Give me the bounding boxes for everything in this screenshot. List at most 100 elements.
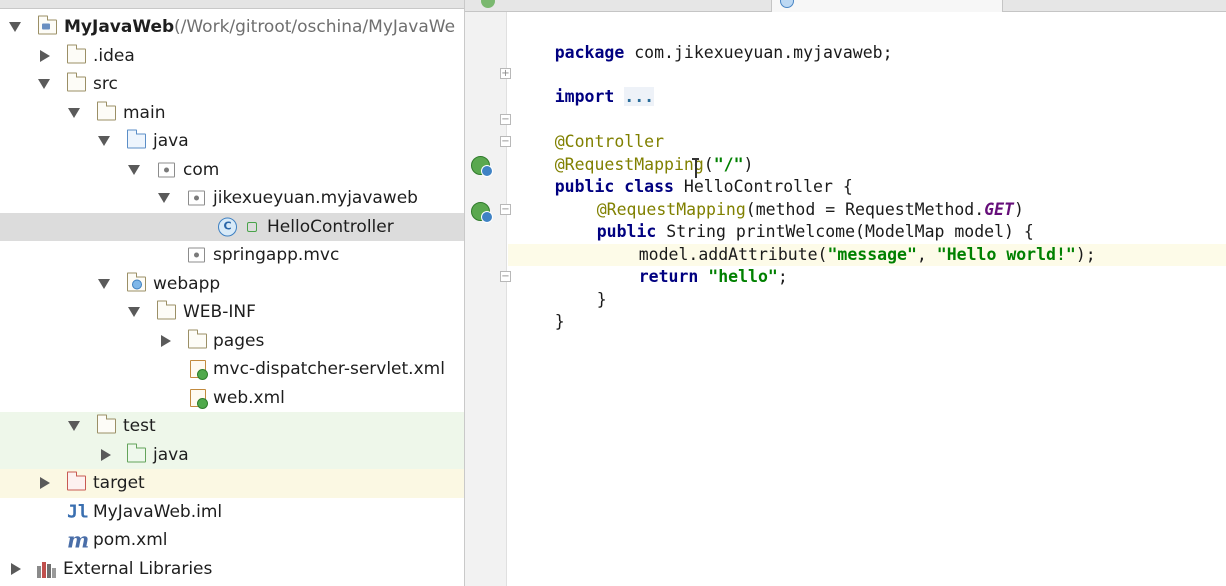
code-line-13: }	[515, 289, 565, 331]
tree-item-webapp[interactable]: webapp	[0, 270, 464, 299]
fold-expand-icon[interactable]: +	[500, 68, 511, 79]
tree-item-java[interactable]: java	[0, 127, 464, 156]
keyword: package	[554, 43, 625, 62]
folder-icon	[156, 300, 176, 320]
tree-item-main[interactable]: main	[0, 99, 464, 128]
maven-icon: m	[67, 527, 90, 553]
tree-item-label: springapp.mvc	[213, 245, 340, 266]
tree-item-src[interactable]: src	[0, 70, 464, 99]
tree-item-pages[interactable]: pages	[0, 327, 464, 356]
tree-item-target[interactable]: target	[0, 469, 464, 498]
spring-mapping-icon[interactable]	[471, 202, 493, 223]
spring-xml-icon	[190, 360, 208, 381]
tab-hello-controller[interactable]	[771, 0, 1003, 12]
tree-item-iml[interactable]: Jl MyJavaWeb.iml	[0, 498, 464, 527]
java-class-icon	[780, 0, 794, 8]
tree-item-label: target	[93, 473, 145, 494]
keyword: return	[638, 267, 699, 286]
tree-item-dispatcher-xml[interactable]: mvc-dispatcher-servlet.xml	[0, 355, 464, 384]
collapse-arrow-icon[interactable]	[128, 164, 140, 175]
string-literal: "hello"	[708, 267, 778, 286]
package-icon	[158, 162, 175, 178]
tree-item-web-xml[interactable]: web.xml	[0, 384, 464, 413]
code-line-7: public class HelloController {	[515, 154, 853, 196]
keyword: import	[554, 87, 615, 106]
excluded-folder-icon	[66, 471, 86, 491]
tree-item-path: (/Work/gitroot/oschina/MyJavaWe	[174, 17, 456, 38]
tree-item-root[interactable]: MyJavaWeb (/Work/gitroot/oschina/MyJavaW…	[0, 13, 464, 42]
tree-item-label: src	[93, 74, 118, 95]
collapse-arrow-icon[interactable]	[128, 307, 140, 318]
collapse-arrow-icon[interactable]	[9, 22, 21, 33]
fold-collapse-icon[interactable]: −	[500, 271, 511, 282]
code-line-5: @Controller	[515, 109, 664, 151]
tree-item-springapp[interactable]: springapp.mvc	[0, 241, 464, 270]
tree-item-web-inf[interactable]: WEB-INF	[0, 298, 464, 327]
tree-item-idea[interactable]: .idea	[0, 42, 464, 71]
tree-item-label: main	[123, 102, 166, 123]
tree-item-label: External Libraries	[63, 558, 213, 579]
tree-item-hello-controller[interactable]: C HelloController	[0, 212, 464, 241]
expand-arrow-icon[interactable]	[11, 562, 21, 575]
code-text: ,	[916, 244, 937, 264]
string-literal: "message"	[827, 244, 917, 264]
tree-item-label: HelloController	[267, 216, 394, 237]
code-text: );	[1075, 244, 1096, 264]
expand-arrow-icon[interactable]	[101, 448, 111, 461]
tree-item-label: web.xml	[213, 387, 285, 408]
code-line-10: model.addAttribute("message", "Hello wor…	[599, 222, 1096, 264]
code-text: ;	[777, 267, 788, 286]
package-icon	[188, 190, 205, 206]
test-folder-icon	[126, 443, 146, 463]
tree-item-test[interactable]: test	[0, 412, 464, 441]
tree-item-label: .idea	[93, 45, 135, 66]
tree-item-label: mvc-dispatcher-servlet.xml	[213, 359, 445, 380]
tree-item-label: jikexueyuan.myjavaweb	[213, 188, 418, 209]
project-tree-panel: MyJavaWeb (/Work/gitroot/oschina/MyJavaW…	[0, 0, 465, 586]
folder-icon	[66, 72, 86, 92]
mouse-text-cursor-icon	[692, 156, 699, 182]
collapse-arrow-icon[interactable]	[158, 193, 170, 204]
expand-arrow-icon[interactable]	[161, 334, 171, 347]
expand-arrow-icon[interactable]	[40, 477, 50, 490]
tree-item-label: MyJavaWeb	[64, 17, 175, 38]
code-line-6: @RequestMapping("/")	[515, 132, 754, 174]
tree-item-com[interactable]: com	[0, 156, 464, 185]
expand-arrow-icon[interactable]	[40, 49, 50, 62]
spring-bean-icon[interactable]	[471, 156, 493, 177]
string-literal: "Hello world!"	[936, 244, 1076, 264]
collapse-arrow-icon[interactable]	[38, 79, 50, 90]
code-editor[interactable]: + − − − − package com.jikexueyuan.myjava…	[465, 0, 1226, 586]
collapse-arrow-icon[interactable]	[98, 136, 110, 147]
tree-item-label: pom.xml	[93, 530, 168, 551]
library-icon	[37, 560, 58, 578]
tree-item-test-java[interactable]: java	[0, 440, 464, 469]
tree-item-external-libraries[interactable]: External Libraries	[0, 555, 464, 584]
web-xml-icon	[190, 388, 208, 409]
code-text: }	[554, 312, 565, 331]
code-line-11: return "hello";	[599, 244, 788, 286]
code-line-1: package com.jikexueyuan.myjavaweb;	[515, 20, 893, 62]
module-folder-icon	[37, 15, 57, 35]
code-line-3: import ...	[515, 64, 655, 106]
project-toolbar	[0, 0, 464, 9]
collapse-arrow-icon[interactable]	[68, 421, 80, 432]
fold-collapse-icon[interactable]: −	[500, 114, 511, 125]
tree-item-label: java	[153, 444, 189, 465]
folded-imports[interactable]: ...	[624, 87, 655, 106]
collapse-arrow-icon[interactable]	[98, 278, 110, 289]
collapse-arrow-icon[interactable]	[68, 107, 80, 118]
fold-collapse-icon[interactable]: −	[500, 136, 511, 147]
tree-item-pom[interactable]: m pom.xml	[0, 526, 464, 555]
code-line-8: @RequestMapping(method = RequestMethod.G…	[557, 177, 1024, 219]
tree-item-package[interactable]: jikexueyuan.myjavaweb	[0, 184, 464, 213]
folder-icon	[96, 414, 116, 434]
tree-item-label: com	[183, 159, 220, 180]
tab-dispatcher-xml[interactable]	[473, 0, 763, 12]
folder-icon	[187, 329, 207, 349]
iml-file-icon: Jl	[67, 501, 89, 523]
fold-collapse-icon[interactable]: −	[500, 204, 511, 215]
tree-item-label: java	[153, 131, 189, 152]
tree-item-label: pages	[213, 330, 265, 351]
